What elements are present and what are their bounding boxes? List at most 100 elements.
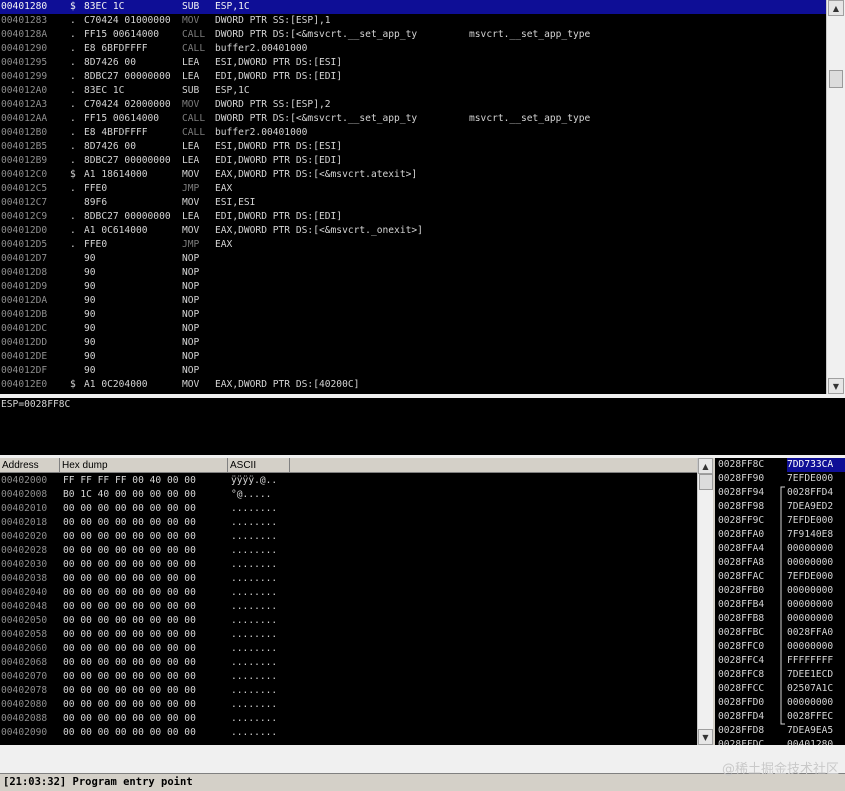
stack-value: 7EFDE000 (787, 515, 834, 526)
dump-address: 00402050 (1, 615, 48, 626)
disassembly-row[interactable]: 004012D9 90 NOP (0, 280, 826, 294)
instruction-operands: DWORD PTR SS:[ESP],1 (215, 15, 331, 26)
instruction-operands: EDI,DWORD PTR DS:[EDI] (215, 71, 343, 82)
stack-value: 00000000 (787, 613, 834, 624)
disassembly-row[interactable]: 004012D5. FFE0 JMP EAX (0, 238, 826, 252)
dump-row[interactable]: 00402018 00 00 00 00 00 00 00 00........ (0, 516, 697, 530)
stack-address: 0028FFB8 (718, 613, 765, 624)
dump-row[interactable]: 00402070 00 00 00 00 00 00 00 00........ (0, 670, 697, 684)
memory-dump-pane[interactable]: Address Hex dump ASCII 00402000 FF FF FF … (0, 458, 697, 745)
stack-value: 7DD733CA (787, 458, 845, 472)
dump-row[interactable]: 00402080 00 00 00 00 00 00 00 00........ (0, 698, 697, 712)
dump-row[interactable]: 00402028 00 00 00 00 00 00 00 00........ (0, 544, 697, 558)
instruction-marker: . (70, 113, 76, 124)
dump-row[interactable]: 00402038 00 00 00 00 00 00 00 00........ (0, 572, 697, 586)
disassembly-row[interactable]: 0040128A. FF15 00614000 CALL DWORD PTR DS:[… (0, 28, 826, 42)
dump-row[interactable]: 00402050 00 00 00 00 00 00 00 00........ (0, 614, 697, 628)
column-header-ascii[interactable]: ASCII (228, 458, 290, 473)
dump-hex: 00 00 00 00 00 00 00 00 (63, 685, 196, 696)
disassembly-row[interactable]: 00401283. C70424 01000000 MOV DWORD PTR SS:… (0, 14, 826, 28)
instruction-hex: A1 0C614000 (84, 225, 148, 236)
dump-row[interactable]: 00402030 00 00 00 00 00 00 00 00........ (0, 558, 697, 572)
scroll-up-arrow-icon[interactable]: ▲ (698, 458, 713, 474)
dump-row[interactable]: 00402058 00 00 00 00 00 00 00 00........ (0, 628, 697, 642)
disassembly-row[interactable]: 004012D8 90 NOP (0, 266, 826, 280)
stack-row[interactable]: 0028FFD8 7DEA9EA5 (715, 724, 845, 738)
disassembly-row[interactable]: 004012D0. A1 0C614000 MOV EAX,DWORD PTR DS:… (0, 224, 826, 238)
column-header-address[interactable]: Address (0, 458, 60, 473)
dump-address: 00402038 (1, 573, 48, 584)
stack-address: 0028FFD0 (718, 697, 765, 708)
dump-row[interactable]: 00402088 00 00 00 00 00 00 00 00........ (0, 712, 697, 726)
dump-ascii: ........ (231, 573, 278, 584)
disassembly-row[interactable]: 004012DE 90 NOP (0, 350, 826, 364)
scroll-down-arrow-icon[interactable]: ▼ (828, 378, 844, 394)
dump-hex: B0 1C 40 00 00 00 00 00 (63, 489, 196, 500)
dump-address: 00402088 (1, 713, 48, 724)
dump-address: 00402018 (1, 517, 48, 528)
dump-row[interactable]: 00402008 B0 1C 40 00 00 00 00 00 °@..... (0, 488, 697, 502)
dump-row[interactable]: 00402090 00 00 00 00 00 00 00 00........ (0, 726, 697, 740)
stack-value: 00000000 (787, 697, 834, 708)
disassembly-row[interactable]: 004012B9. 8DBC27 00000000 LEA EDI,DWORD PTR… (0, 154, 826, 168)
scroll-down-arrow-icon[interactable]: ▼ (698, 729, 713, 745)
dump-row[interactable]: 00402068 00 00 00 00 00 00 00 00........ (0, 656, 697, 670)
stack-value: 00401280 (787, 739, 834, 745)
instruction-hex: 90 (84, 295, 96, 306)
dump-row[interactable]: 00402010 00 00 00 00 00 00 00 00........ (0, 502, 697, 516)
disassembly-row[interactable]: 004012C5. FFE0 JMP EAX (0, 182, 826, 196)
stack-address: 0028FF8C (718, 459, 765, 470)
instruction-operands: EAX (215, 183, 233, 194)
stack-frame-bracket (780, 486, 785, 725)
disassembly-row[interactable]: 004012DB 90 NOP (0, 308, 826, 322)
disassembly-row[interactable]: 004012E0 $ A1 0C204000 MOV EAX,DWORD PTR DS:… (0, 378, 826, 392)
dump-row[interactable]: 00402078 00 00 00 00 00 00 00 00........ (0, 684, 697, 698)
instruction-operands: EAX (215, 239, 233, 250)
disassembly-row[interactable]: 004012A0. 83EC 1C SUB ESP,1C (0, 84, 826, 98)
dump-scrollbar[interactable]: ▲ ▼ (697, 458, 714, 745)
disassembly-row[interactable]: 004012DC 90 NOP (0, 322, 826, 336)
dump-row[interactable]: 00402000 FF FF FF FF 00 40 00 00 ÿÿÿÿ.@.. (0, 474, 697, 488)
stack-row[interactable]: 0028FFDC 00401280 (715, 738, 845, 745)
stack-value: 7DEE1ECD (787, 669, 834, 680)
dump-row[interactable]: 00402048 00 00 00 00 00 00 00 00........ (0, 600, 697, 614)
stack-address: 0028FFC8 (718, 669, 765, 680)
disassembly-row[interactable]: 00401299. 8DBC27 00000000 LEA EDI,DWORD PTR… (0, 70, 826, 84)
disassembly-row[interactable]: 004012C0 $ A1 18614000 MOV EAX,DWORD PTR DS:… (0, 168, 826, 182)
stack-address: 0028FFC0 (718, 641, 765, 652)
disassembly-row[interactable]: 004012DD 90 NOP (0, 336, 826, 350)
dump-row[interactable]: 00402040 00 00 00 00 00 00 00 00........ (0, 586, 697, 600)
disassembly-row[interactable]: 004012DA 90 NOP (0, 294, 826, 308)
disassembly-scrollbar[interactable]: ▲ ▼ (826, 0, 845, 394)
disassembly-row[interactable]: 004012C7 89F6 MOV ESI,ESI (0, 196, 826, 210)
disassembly-pane[interactable]: 00401280 $83EC 1C SUB ESP,1C 00401283. C70424… (0, 0, 826, 394)
disassembly-row[interactable]: 004012C9. 8DBC27 00000000 LEA EDI,DWORD PTR… (0, 210, 826, 224)
dump-address: 00402058 (1, 629, 48, 640)
scroll-up-arrow-icon[interactable]: ▲ (828, 0, 844, 16)
command-bar[interactable] (0, 745, 845, 773)
stack-pane[interactable]: 0028FF8C 7DD733CA 0028FF90 7EFDE000 0028FF94… (715, 458, 845, 745)
stack-row[interactable]: 0028FF8C 7DD733CA (715, 458, 845, 472)
dump-hex: 00 00 00 00 00 00 00 00 (63, 699, 196, 710)
instruction-mnemonic: NOP (182, 267, 200, 278)
disassembly-row[interactable]: 00401290. E8 6BFDFFFF CALL buffer2.00401000 (0, 42, 826, 56)
disassembly-row[interactable]: 00401280 $83EC 1C SUB ESP,1C (0, 0, 826, 14)
disassembly-row[interactable]: 00401295. 8D7426 00 LEA ESI,DWORD PTR DS:[E… (0, 56, 826, 70)
disassembly-row[interactable]: 004012D7 90 NOP (0, 252, 826, 266)
disassembly-row[interactable]: 004012B0. E8 4BFDFFFF CALL buffer2.00401000 (0, 126, 826, 140)
stack-row[interactable]: 0028FF90 7EFDE000 (715, 472, 845, 486)
instruction-marker: . (70, 29, 76, 40)
scroll-thumb[interactable] (829, 70, 843, 88)
instruction-hex: 89F6 (84, 197, 108, 208)
dump-row[interactable]: 00402020 00 00 00 00 00 00 00 00........ (0, 530, 697, 544)
dump-ascii: ........ (231, 531, 278, 542)
instruction-hex: C70424 01000000 (84, 15, 171, 26)
instruction-operands: DWORD PTR DS:[<&msvcrt.__set_app_ty (215, 29, 418, 40)
scroll-thumb[interactable] (699, 474, 713, 490)
column-header-hex-dump[interactable]: Hex dump (60, 458, 228, 473)
dump-row[interactable]: 00402060 00 00 00 00 00 00 00 00........ (0, 642, 697, 656)
disassembly-row[interactable]: 004012DF 90 NOP (0, 364, 826, 378)
disassembly-row[interactable]: 004012B5. 8D7426 00 LEA ESI,DWORD PTR DS:[E… (0, 140, 826, 154)
disassembly-row[interactable]: 004012A3. C70424 02000000 MOV DWORD PTR SS:… (0, 98, 826, 112)
disassembly-row[interactable]: 004012AA. FF15 00614000 CALL DWORD PTR DS:[… (0, 112, 826, 126)
